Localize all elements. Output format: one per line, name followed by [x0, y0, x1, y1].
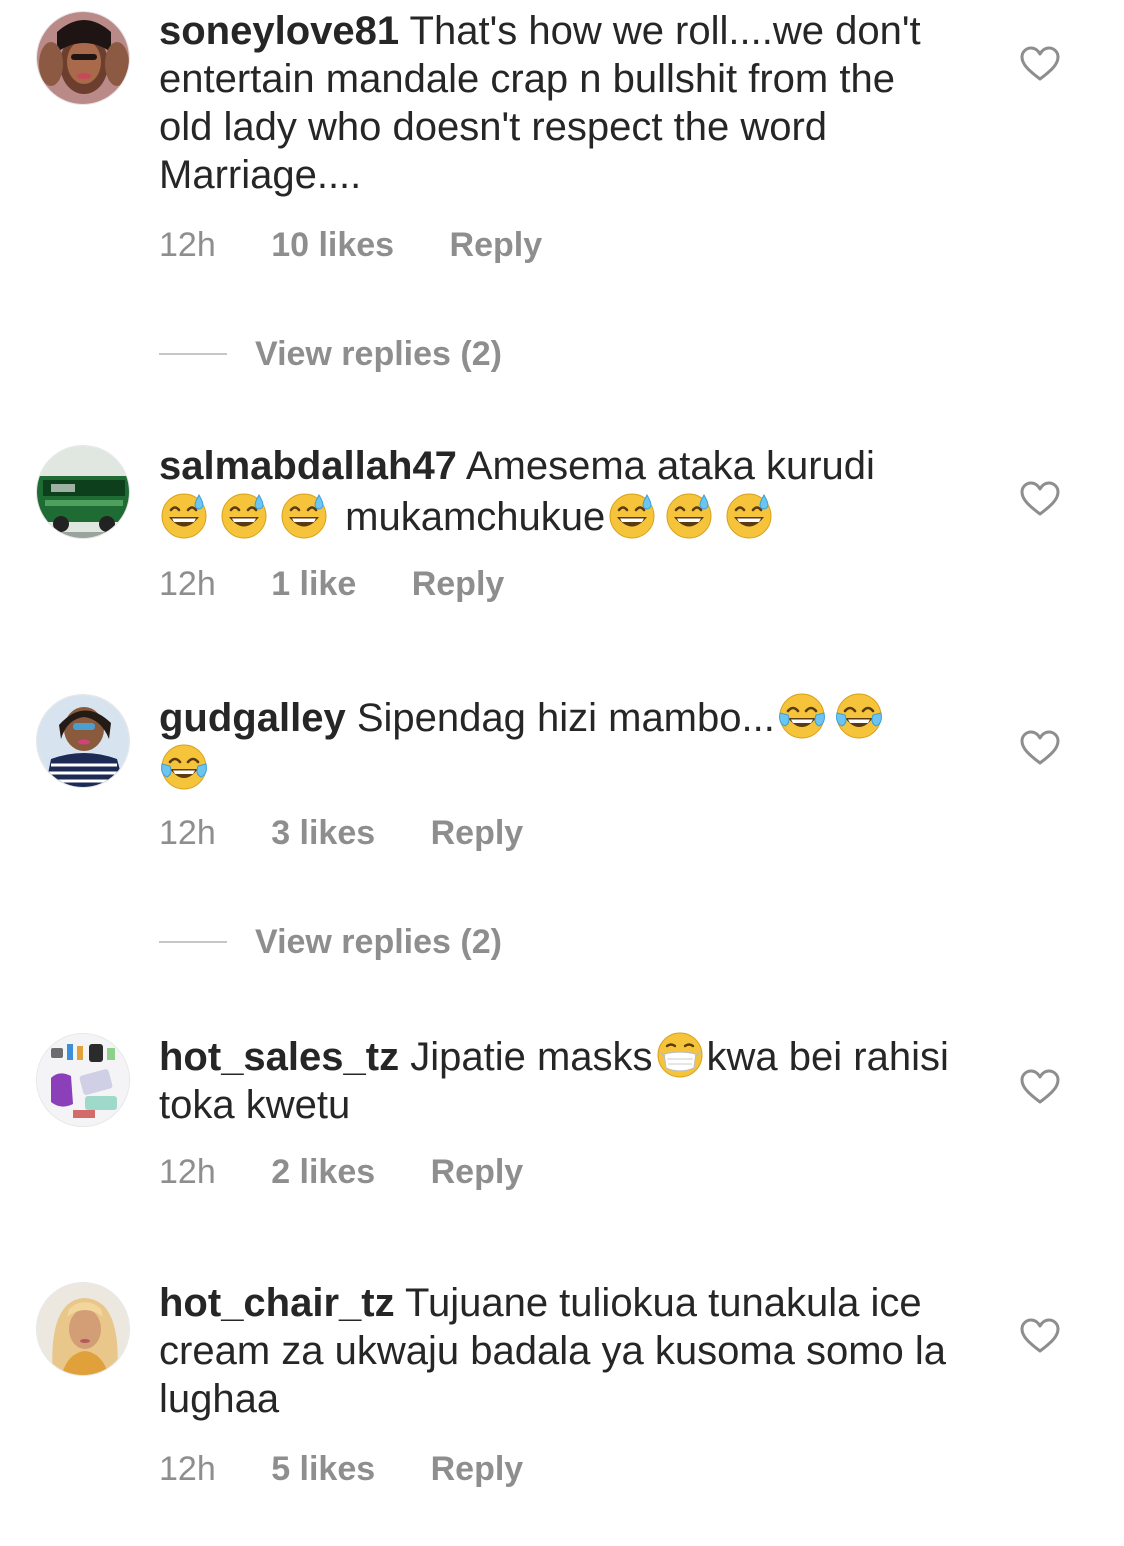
- comment-text: salmabdallah47 Amesema ataka kurudi muka…: [159, 442, 959, 541]
- comment-likes[interactable]: 10 likes: [271, 226, 394, 264]
- grinning-sweat-emoji: [219, 490, 269, 540]
- comment-username[interactable]: soneylove81: [159, 9, 399, 53]
- avatar[interactable]: [36, 1033, 130, 1127]
- comment-meta: 12h 5 likes Reply: [159, 1449, 569, 1489]
- tears-of-joy-emoji: [834, 691, 884, 741]
- comment-body: Amesema ataka kurudi: [465, 444, 875, 488]
- avatar[interactable]: [36, 1282, 130, 1376]
- heart-outline-icon[interactable]: [1020, 1318, 1060, 1354]
- comment-body: Sipendag hizi mambo...: [356, 696, 775, 740]
- avatar[interactable]: [36, 11, 130, 105]
- comment-text: hot_sales_tz Jipatie masks kwa bei rahisi…: [159, 1030, 959, 1129]
- comment-username[interactable]: salmabdallah47: [159, 444, 457, 488]
- reply-button[interactable]: Reply: [431, 1153, 524, 1191]
- grinning-sweat-emoji: [279, 490, 329, 540]
- comment-text: soneylove81 That's how we roll....we don…: [159, 7, 959, 199]
- view-replies-label[interactable]: View replies (2): [255, 922, 502, 962]
- reply-button[interactable]: Reply: [450, 226, 543, 264]
- grinning-sweat-emoji: [607, 490, 657, 540]
- reply-button[interactable]: Reply: [431, 1450, 524, 1488]
- grinning-sweat-emoji: [664, 490, 714, 540]
- avatar[interactable]: [36, 445, 130, 539]
- divider-line: [159, 353, 227, 355]
- comment-time: 12h: [159, 565, 216, 603]
- medical-mask-emoji: [655, 1030, 705, 1080]
- comment-likes[interactable]: 2 likes: [271, 1153, 375, 1191]
- comment-meta: 12h 3 likes Reply: [159, 813, 569, 853]
- comment-time: 12h: [159, 1450, 216, 1488]
- tears-of-joy-emoji: [777, 691, 827, 741]
- comment-body: Jipatie masks: [410, 1035, 653, 1079]
- tears-of-joy-emoji: [159, 742, 209, 792]
- heart-outline-icon[interactable]: [1020, 481, 1060, 517]
- comment-time: 12h: [159, 1153, 216, 1191]
- comment-body: mukamchukue: [345, 495, 606, 539]
- grinning-sweat-emoji: [159, 490, 209, 540]
- comment-username[interactable]: gudgalley: [159, 696, 346, 740]
- heart-outline-icon[interactable]: [1020, 730, 1060, 766]
- heart-outline-icon[interactable]: [1020, 1069, 1060, 1105]
- heart-outline-icon[interactable]: [1020, 46, 1060, 82]
- comment-username[interactable]: hot_sales_tz: [159, 1035, 399, 1079]
- avatar[interactable]: [36, 694, 130, 788]
- comment-likes[interactable]: 1 like: [271, 565, 356, 603]
- comment-likes[interactable]: 3 likes: [271, 814, 375, 852]
- comment-meta: 12h 1 like Reply: [159, 564, 550, 604]
- comment-meta: 12h 2 likes Reply: [159, 1152, 569, 1192]
- comment-text: hot_chair_tz Tujuane tuliokua tunakula i…: [159, 1279, 959, 1423]
- comment-time: 12h: [159, 814, 216, 852]
- comment-meta: 12h 10 likes Reply: [159, 225, 588, 265]
- comment-time: 12h: [159, 226, 216, 264]
- comment-likes[interactable]: 5 likes: [271, 1450, 375, 1488]
- reply-button[interactable]: Reply: [431, 814, 524, 852]
- comment-username[interactable]: hot_chair_tz: [159, 1281, 395, 1325]
- reply-button[interactable]: Reply: [412, 565, 505, 603]
- divider-line: [159, 941, 227, 943]
- grinning-sweat-emoji: [724, 490, 774, 540]
- comment-text: gudgalley Sipendag hizi mambo...: [159, 691, 959, 793]
- view-replies-label[interactable]: View replies (2): [255, 334, 502, 374]
